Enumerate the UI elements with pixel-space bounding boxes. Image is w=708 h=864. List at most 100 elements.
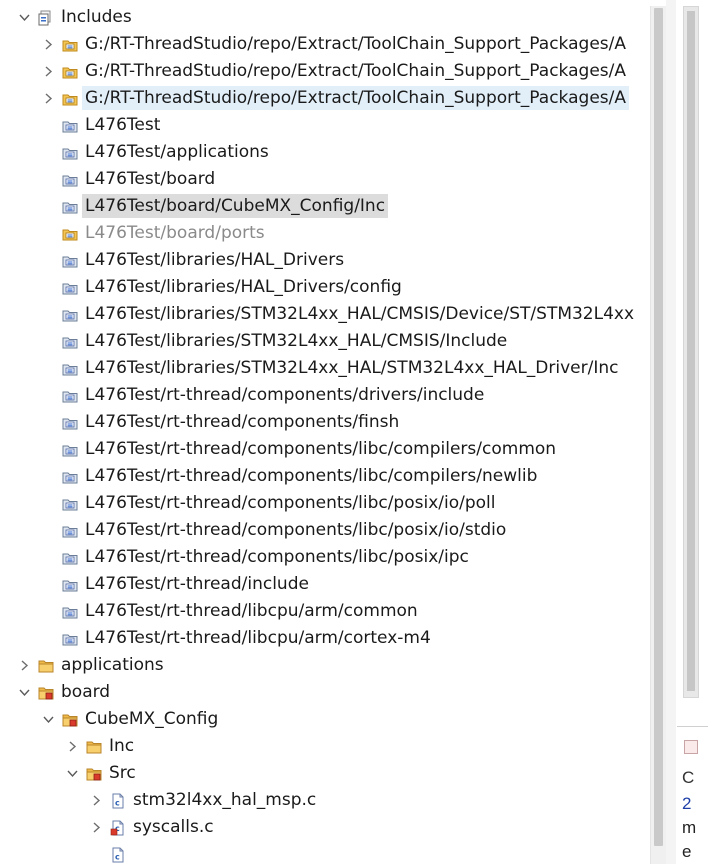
tree-item[interactable]: L476Test/rt-thread/components/libc/posix… — [0, 544, 650, 571]
svg-text:c: c — [115, 853, 120, 862]
tree-item[interactable]: G:/RT-ThreadStudio/repo/Extract/ToolChai… — [0, 85, 650, 112]
tree-item[interactable]: c syscalls.c — [0, 814, 650, 841]
tree-item-label: L476Test/libraries/STM32L4xx_HAL/CMSIS/I… — [85, 331, 508, 351]
side-pane-divider — [677, 726, 708, 727]
tree-item-label: Inc — [109, 736, 135, 756]
include-path-icon — [62, 307, 78, 323]
include-path-icon — [62, 145, 78, 161]
tree-item[interactable]: Src — [0, 760, 650, 787]
chevron-down-icon[interactable] — [65, 766, 79, 780]
include-folder-icon — [62, 64, 78, 80]
chevron-right-icon[interactable] — [41, 64, 55, 78]
chevron-down-icon[interactable] — [41, 712, 55, 726]
tree-item[interactable]: L476Test — [0, 112, 650, 139]
folder-icon — [86, 739, 102, 755]
tree-item-label: L476Test/board/CubeMX_Config/Inc — [82, 194, 389, 218]
c-file-error-icon: c — [110, 820, 126, 836]
tree-item[interactable]: Inc — [0, 733, 650, 760]
tree-item[interactable]: G:/RT-ThreadStudio/repo/Extract/ToolChai… — [0, 58, 650, 85]
include-path-icon — [62, 172, 78, 188]
tree-item[interactable]: L476Test/board/CubeMX_Config/Inc — [0, 193, 650, 220]
include-path-icon — [62, 496, 78, 512]
include-path-icon — [62, 199, 78, 215]
tree-item[interactable]: L476Test/board/ports — [0, 220, 650, 247]
tree-item[interactable]: L476Test/libraries/STM32L4xx_HAL/CMSIS/D… — [0, 301, 650, 328]
tree-item[interactable]: L476Test/rt-thread/components/drivers/in… — [0, 382, 650, 409]
include-path-icon — [62, 442, 78, 458]
chevron-right-icon[interactable] — [89, 793, 103, 807]
tree-item[interactable]: L476Test/rt-thread/libcpu/arm/common — [0, 598, 650, 625]
include-folder-icon — [62, 37, 78, 53]
tree-item[interactable]: L476Test/board — [0, 166, 650, 193]
include-path-icon — [62, 415, 78, 431]
tree-item[interactable]: L476Test/applications — [0, 139, 650, 166]
include-path-icon — [62, 388, 78, 404]
tree-vertical-scrollbar[interactable] — [650, 6, 666, 864]
source-folder-icon — [62, 712, 78, 728]
tree-item-label: L476Test/rt-thread/libcpu/arm/cortex-m4 — [85, 628, 431, 648]
folder-icon — [38, 658, 54, 674]
include-path-icon — [62, 631, 78, 647]
tree-item[interactable]: G:/RT-ThreadStudio/repo/Extract/ToolChai… — [0, 31, 650, 58]
tree-item[interactable]: L476Test/libraries/STM32L4xx_HAL/STM32L4… — [0, 355, 650, 382]
console-view-icon[interactable] — [684, 740, 698, 754]
tree-item[interactable]: L476Test/libraries/HAL_Drivers/config — [0, 274, 650, 301]
tree-item[interactable]: c stm32l4xx_hal_msp.c — [0, 787, 650, 814]
tree-item-label: L476Test/board — [85, 169, 216, 189]
tree-item[interactable]: c — [0, 841, 650, 864]
tree-scrollbar-thumb[interactable] — [654, 8, 663, 846]
source-folder-icon — [86, 766, 102, 782]
tree-item-label: G:/RT-ThreadStudio/repo/Extract/ToolChai… — [85, 34, 626, 54]
include-path-icon — [62, 550, 78, 566]
tree-item-label: L476Test/rt-thread/components/drivers/in… — [85, 385, 485, 405]
tree-item[interactable]: L476Test/rt-thread/components/libc/posix… — [0, 517, 650, 544]
side-pane-scrollbar-thumb[interactable] — [687, 11, 695, 691]
tree-item[interactable]: board — [0, 679, 650, 706]
tree-item-label: L476Test — [85, 115, 161, 135]
tree-item-label: G:/RT-ThreadStudio/repo/Extract/ToolChai… — [85, 61, 626, 81]
tree-item-label: L476Test/rt-thread/components/libc/posix… — [85, 547, 469, 567]
side-text-line: 2 — [682, 794, 692, 813]
tree-item[interactable]: L476Test/rt-thread/components/libc/compi… — [0, 436, 650, 463]
tree-item[interactable]: L476Test/rt-thread/components/libc/compi… — [0, 463, 650, 490]
tree-item[interactable]: Includes — [0, 4, 650, 31]
chevron-down-icon[interactable] — [17, 685, 31, 699]
include-path-icon — [62, 577, 78, 593]
tree-item-label: L476Test/libraries/HAL_Drivers/config — [85, 277, 402, 297]
tree-item[interactable]: CubeMX_Config — [0, 706, 650, 733]
include-path-icon — [62, 604, 78, 620]
chevron-right-icon[interactable] — [41, 37, 55, 51]
tree-item-label: L476Test/libraries/STM32L4xx_HAL/STM32L4… — [85, 358, 619, 378]
chevron-down-icon[interactable] — [17, 10, 31, 24]
tree-item-label: L476Test/board/ports — [85, 223, 265, 243]
tree-item-label: CubeMX_Config — [85, 709, 219, 729]
tree-item-label: L476Test/rt-thread/components/libc/compi… — [85, 439, 557, 459]
chevron-right-icon[interactable] — [41, 91, 55, 105]
chevron-right-icon[interactable] — [65, 739, 79, 753]
tree-item-label: L476Test/libraries/HAL_Drivers — [85, 250, 345, 270]
tree-item[interactable]: L476Test/libraries/HAL_Drivers — [0, 247, 650, 274]
tree-item-label: L476Test/rt-thread/components/libc/posix… — [85, 520, 507, 540]
tree-item-label: stm32l4xx_hal_msp.c — [133, 790, 317, 810]
side-pane-scrollbar[interactable] — [683, 6, 699, 698]
chevron-right-icon[interactable] — [89, 820, 103, 834]
tree-item-label: board — [61, 682, 111, 702]
c-file-icon: c — [110, 847, 126, 863]
include-path-icon — [62, 280, 78, 296]
tree-item[interactable]: L476Test/libraries/STM32L4xx_HAL/CMSIS/I… — [0, 328, 650, 355]
chevron-right-icon[interactable] — [17, 658, 31, 672]
tree-item[interactable]: L476Test/rt-thread/libcpu/arm/cortex-m4 — [0, 625, 650, 652]
panel-sash[interactable] — [666, 0, 676, 864]
tree-item[interactable]: L476Test/rt-thread/components/finsh — [0, 409, 650, 436]
include-path-icon — [62, 334, 78, 350]
tree-item[interactable]: L476Test/rt-thread/components/libc/posix… — [0, 490, 650, 517]
tree-item-label: Includes — [61, 7, 132, 27]
source-folder-icon — [38, 685, 54, 701]
tree-item[interactable]: L476Test/rt-thread/include — [0, 571, 650, 598]
includes-icon — [38, 10, 54, 26]
tree-item-label: L476Test/libraries/STM32L4xx_HAL/CMSIS/D… — [85, 304, 635, 324]
tree-item[interactable]: applications — [0, 652, 650, 679]
side-text-line: e — [682, 842, 692, 861]
tree-item-label: applications — [61, 655, 164, 675]
tree-item-label: syscalls.c — [133, 817, 214, 837]
